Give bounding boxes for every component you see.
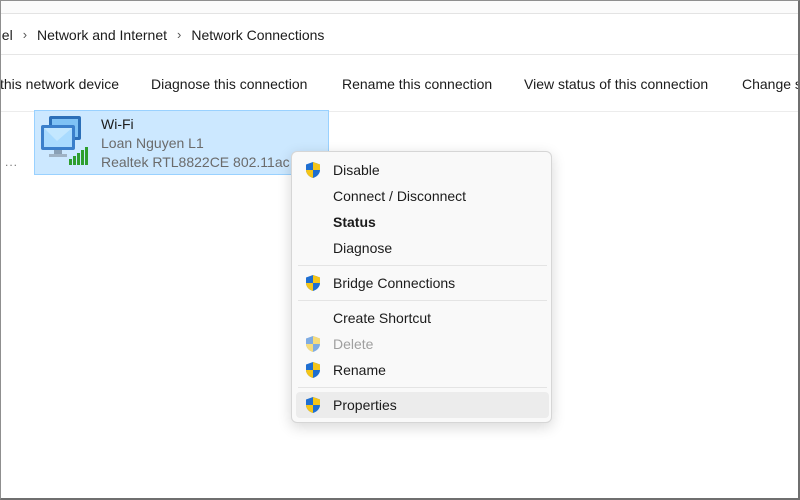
menu-separator: [298, 265, 547, 266]
menu-item-label: Diagnose: [333, 240, 393, 256]
menu-item-disable[interactable]: Disable: [296, 157, 549, 183]
breadcrumb-item-network-and-internet[interactable]: Network and Internet: [37, 27, 167, 43]
connection-adapter: Realtek RTL8822CE 802.11ac P: [101, 154, 303, 170]
menu-item-label: Create Shortcut: [333, 310, 432, 326]
connection-name: Wi-Fi: [101, 116, 134, 132]
breadcrumb: nel › Network and Internet › Network Con…: [0, 27, 324, 43]
menu-item-label: Properties: [333, 397, 397, 413]
connection-network: Loan Nguyen L1: [101, 135, 204, 151]
context-menu: Disable Connect / Disconnect Status Diag…: [291, 151, 552, 423]
uac-shield-icon: [306, 162, 320, 178]
uac-shield-icon: [306, 397, 320, 413]
change-settings-button[interactable]: Change s: [742, 76, 800, 92]
menu-item-connect-disconnect[interactable]: Connect / Disconnect: [296, 183, 549, 209]
menu-item-label: Rename: [333, 362, 386, 378]
menu-item-diagnose[interactable]: Diagnose: [296, 235, 549, 261]
breadcrumb-item-network-connections[interactable]: Network Connections: [191, 27, 324, 43]
network-adapter-icon: [41, 116, 88, 165]
wifi-connection-tile[interactable]: Wi-Fi Loan Nguyen L1 Realtek RTL8822CE 8…: [34, 110, 329, 175]
rename-connection-button[interactable]: Rename this connection: [342, 76, 492, 92]
menu-item-label: Delete: [333, 336, 374, 352]
view-status-button[interactable]: View status of this connection: [524, 76, 708, 92]
disable-device-button[interactable]: this network device: [0, 76, 119, 92]
breadcrumb-item-control-panel[interactable]: nel: [0, 27, 13, 43]
truncated-item-ellipsis: ...: [5, 155, 19, 169]
menu-separator: [298, 387, 547, 388]
menu-item-label: Bridge Connections: [333, 275, 456, 291]
menu-item-bridge-connections[interactable]: Bridge Connections: [296, 270, 549, 296]
menu-separator: [298, 300, 547, 301]
menu-item-create-shortcut[interactable]: Create Shortcut: [296, 305, 549, 331]
chevron-right-icon: ›: [22, 27, 28, 42]
menu-item-rename[interactable]: Rename: [296, 357, 549, 383]
menu-item-label: Disable: [333, 162, 380, 178]
menu-item-properties[interactable]: Properties: [296, 392, 549, 418]
address-bar[interactable]: nel › Network and Internet › Network Con…: [0, 15, 800, 55]
chevron-right-icon: ›: [177, 27, 182, 42]
menu-item-label: Connect / Disconnect: [333, 188, 467, 204]
menu-item-delete: Delete: [296, 331, 549, 357]
uac-shield-icon: [306, 336, 320, 352]
diagnose-connection-button[interactable]: Diagnose this connection: [151, 76, 307, 92]
window-top-strip: [0, 0, 800, 14]
uac-shield-icon: [306, 275, 320, 291]
menu-item-status[interactable]: Status: [296, 209, 549, 235]
uac-shield-icon: [306, 362, 320, 378]
menu-item-label: Status: [333, 214, 376, 230]
command-bar: this network device Diagnose this connec…: [0, 56, 800, 112]
